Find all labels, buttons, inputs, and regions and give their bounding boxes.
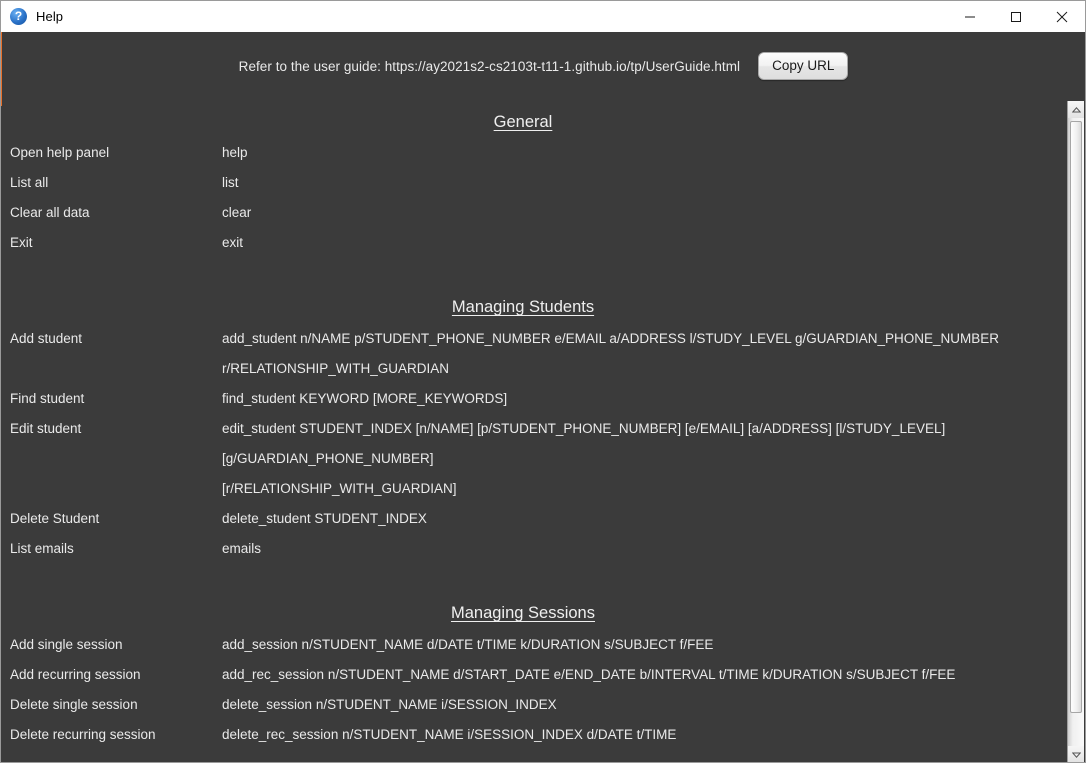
section-header-managing-students: Managing Students	[451, 298, 595, 316]
row-format: emails	[222, 541, 262, 556]
row-action: Add single session	[10, 637, 123, 652]
table-row: Delete single session delete_session n/S…	[2, 690, 1064, 720]
copy-url-button[interactable]: Copy URL	[758, 52, 849, 80]
row-format: edit_student STUDENT_INDEX [n/NAME] [p/S…	[222, 414, 1064, 504]
row-format: add_student n/NAME p/STUDENT_PHONE_NUMBE…	[222, 331, 999, 376]
window-controls	[947, 1, 1085, 32]
row-format: clear	[222, 205, 252, 220]
row-action: Add recurring session	[10, 667, 141, 682]
user-guide-text: Refer to the user guide: https://ay2021s…	[238, 58, 741, 74]
table-row: Find student find_student KEYWORD [MORE_…	[2, 384, 1064, 414]
table-row: Add recurring session add_rec_session n/…	[2, 660, 1064, 690]
command-summary-scroll-area: General Open help panel help List all li…	[2, 100, 1085, 762]
row-action: Delete recurring session	[10, 727, 156, 742]
table-row: Open help panel help	[2, 138, 1064, 168]
user-guide-bar: Refer to the user guide: https://ay2021s…	[2, 32, 1085, 100]
table-row: Add student add_student n/NAME p/STUDENT…	[2, 324, 1064, 384]
row-format: delete_rec_session n/STUDENT_NAME i/SESS…	[222, 727, 677, 742]
vertical-scrollbar[interactable]	[1067, 101, 1084, 762]
row-format: find_student KEYWORD [MORE_KEYWORDS]	[222, 391, 508, 406]
window-title: Help	[36, 9, 64, 24]
row-action: Clear all data	[10, 205, 90, 220]
table-row: List emails emails	[2, 534, 1064, 564]
scroll-down-button[interactable]	[1068, 746, 1084, 762]
section-header-general: General	[493, 113, 553, 131]
row-format: delete_student STUDENT_INDEX	[222, 511, 427, 526]
row-format: help	[222, 145, 248, 160]
section-header-managing-sessions: Managing Sessions	[450, 604, 595, 622]
row-format: exit	[222, 235, 244, 250]
table-row: Delete Student delete_student STUDENT_IN…	[2, 504, 1064, 534]
row-action: Edit student	[10, 421, 82, 436]
table-row: Add single session add_session n/STUDENT…	[2, 630, 1064, 660]
title-bar: ? Help	[1, 1, 1085, 33]
row-format-line-2: [r/RELATIONSHIP_WITH_GUARDIAN]	[222, 481, 457, 496]
help-content: Refer to the user guide: https://ay2021s…	[2, 32, 1085, 762]
title-bar-left: ? Help	[1, 1, 947, 32]
row-action: List emails	[10, 541, 74, 556]
scrollbar-thumb[interactable]	[1070, 121, 1082, 713]
row-format: add_rec_session n/STUDENT_NAME d/START_D…	[222, 667, 956, 682]
row-action: Find student	[10, 391, 85, 406]
row-action: Add student	[10, 331, 83, 346]
help-circle-icon: ?	[10, 8, 27, 25]
maximize-button[interactable]	[993, 1, 1039, 32]
table-row: Edit student edit_student STUDENT_INDEX …	[2, 414, 1064, 504]
table-row: Clear all data clear	[2, 198, 1064, 228]
row-action: Delete Student	[10, 511, 100, 526]
minimize-button[interactable]	[947, 1, 993, 32]
scroll-up-button[interactable]	[1068, 101, 1084, 118]
row-action: List all	[10, 175, 49, 190]
row-format: list	[222, 175, 239, 190]
table-row: Delete recurring session delete_rec_sess…	[2, 720, 1064, 750]
row-format-line-1: edit_student STUDENT_INDEX [n/NAME] [p/S…	[222, 421, 946, 466]
row-format: delete_session n/STUDENT_NAME i/SESSION_…	[222, 697, 557, 712]
table-row: List all list	[2, 168, 1064, 198]
row-action: Open help panel	[10, 145, 110, 160]
row-format: add_session n/STUDENT_NAME d/DATE t/TIME…	[222, 637, 714, 652]
command-summary-table: General Open help panel help List all li…	[2, 100, 1064, 762]
row-action: Delete single session	[10, 697, 138, 712]
close-button[interactable]	[1039, 1, 1085, 32]
table-row: Exit exit	[2, 228, 1064, 258]
row-action: Exit	[10, 235, 33, 250]
help-window: ? Help Refer to the user guide: https://…	[0, 0, 1086, 763]
